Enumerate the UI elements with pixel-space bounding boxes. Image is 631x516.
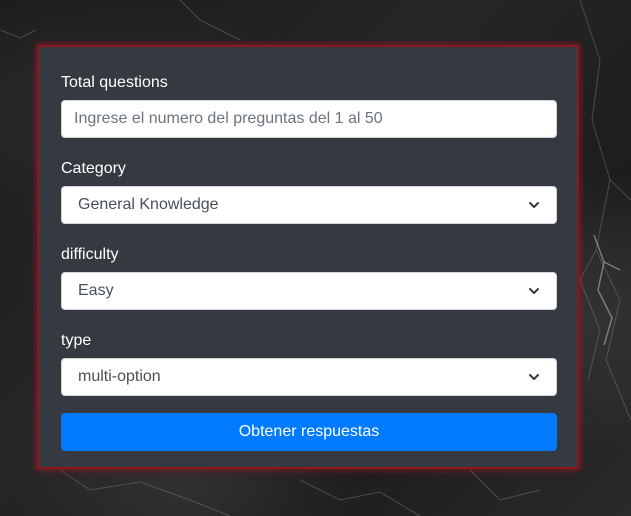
chevron-down-icon	[529, 202, 539, 208]
total-questions-input[interactable]	[61, 100, 557, 138]
difficulty-label: difficulty	[61, 246, 119, 263]
get-answers-button[interactable]: Obtener respuestas	[61, 413, 557, 451]
category-label: Category	[61, 160, 126, 177]
difficulty-select-value: Easy	[78, 282, 114, 299]
difficulty-select[interactable]: Easy	[61, 272, 557, 310]
chevron-down-icon	[529, 374, 539, 380]
type-select-value: multi-option	[78, 368, 161, 385]
category-select-value: General Knowledge	[78, 196, 219, 213]
total-questions-label: Total questions	[61, 74, 168, 91]
category-select[interactable]: General Knowledge	[61, 186, 557, 224]
type-label: type	[61, 332, 92, 349]
type-select[interactable]: multi-option	[61, 358, 557, 396]
chevron-down-icon	[529, 288, 539, 294]
trivia-settings-form: Total questions Category General Knowled…	[37, 45, 579, 469]
